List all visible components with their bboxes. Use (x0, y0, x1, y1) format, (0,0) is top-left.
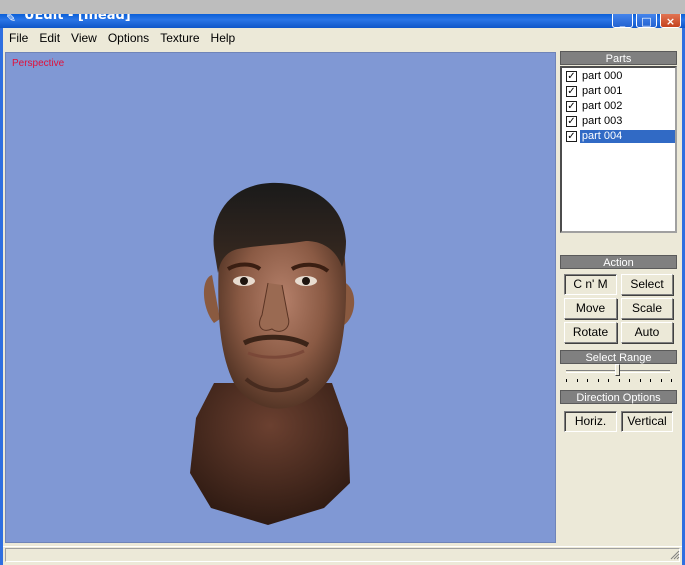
auto-button[interactable]: Auto (621, 322, 673, 343)
resize-grip-icon[interactable] (670, 550, 680, 560)
close-button[interactable]: × (660, 14, 681, 28)
part-label: part 001 (582, 85, 623, 97)
menu-file[interactable]: File (3, 28, 33, 49)
slider-ticks (566, 379, 672, 383)
vertical-button[interactable]: Vertical (621, 411, 673, 432)
menu-edit[interactable]: Edit (33, 28, 65, 49)
3d-viewport[interactable]: Perspective (5, 52, 556, 543)
side-panel: Parts ✓ part 000 ✓ part 001 ✓ part 002 ✓… (559, 49, 682, 543)
part-checkbox[interactable]: ✓ (566, 101, 577, 112)
list-item[interactable]: ✓ part 001 (562, 84, 675, 99)
part-checkbox[interactable]: ✓ (566, 86, 577, 97)
window-title: UEdit - [Ihead] (24, 14, 131, 23)
part-checkbox[interactable]: ✓ (566, 131, 577, 142)
horizontal-button[interactable]: Horiz. (564, 411, 617, 432)
slider-thumb[interactable] (615, 364, 620, 376)
part-label: part 002 (582, 100, 623, 112)
scale-button[interactable]: Scale (621, 298, 673, 319)
minimize-button[interactable]: _ (612, 14, 633, 28)
maximize-button[interactable]: □ (636, 14, 657, 28)
select-range-header: Select Range (560, 350, 677, 364)
list-item[interactable]: ✓ part 003 (562, 114, 675, 129)
app-icon: ✎ (6, 14, 17, 25)
status-field (5, 548, 680, 562)
action-header: Action (560, 255, 677, 269)
move-button[interactable]: Move (564, 298, 617, 319)
menu-texture[interactable]: Texture (154, 28, 204, 49)
head-model-render (190, 182, 355, 525)
close-icon: × (665, 15, 676, 28)
select-button[interactable]: Select (621, 274, 673, 295)
part-label: part 003 (582, 115, 623, 127)
part-label: part 000 (582, 70, 623, 82)
menu-options[interactable]: Options (102, 28, 154, 49)
menu-help[interactable]: Help (205, 28, 241, 49)
status-bar (3, 546, 682, 562)
cnm-button[interactable]: C n' M (564, 274, 617, 295)
rotate-button[interactable]: Rotate (564, 322, 617, 343)
list-item[interactable]: ✓ part 000 (562, 69, 675, 84)
minimize-icon: _ (619, 15, 626, 28)
maximize-icon: □ (641, 15, 652, 28)
part-label: part 004 (579, 130, 675, 143)
parts-list[interactable]: ✓ part 000 ✓ part 001 ✓ part 002 ✓ part … (560, 66, 677, 233)
list-item-selected[interactable]: ✓ part 004 (562, 129, 675, 144)
menu-view[interactable]: View (65, 28, 102, 49)
menu-bar: File Edit View Options Texture Help (3, 28, 682, 49)
title-bar[interactable]: ✎ UEdit - [Ihead] _ □ × (0, 14, 685, 28)
part-checkbox[interactable]: ✓ (566, 116, 577, 127)
direction-options-header: Direction Options (560, 390, 677, 404)
part-checkbox[interactable]: ✓ (566, 71, 577, 82)
list-item[interactable]: ✓ part 002 (562, 99, 675, 114)
desktop-band (0, 0, 685, 14)
parts-header: Parts (560, 51, 677, 65)
